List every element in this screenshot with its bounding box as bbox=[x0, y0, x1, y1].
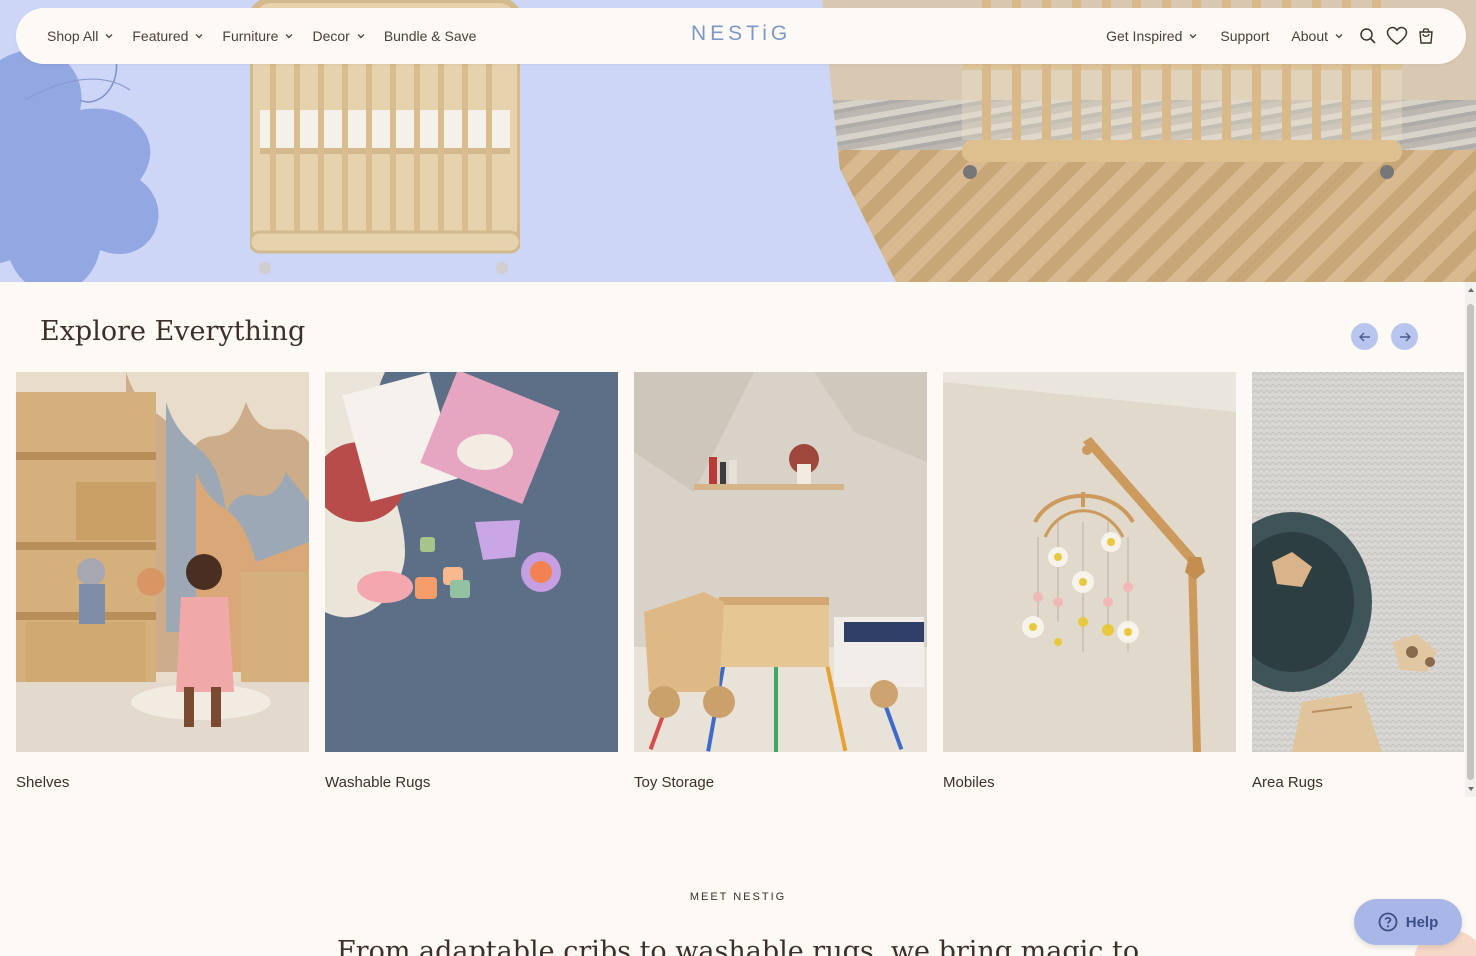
nav-label: Get Inspired bbox=[1106, 28, 1183, 44]
nav-label: Support bbox=[1220, 28, 1270, 44]
nav-label: Furniture bbox=[222, 28, 279, 44]
washable-rugs-illustration bbox=[325, 372, 618, 752]
nav-featured[interactable]: Featured bbox=[132, 28, 204, 44]
category-card-toy-storage[interactable]: Toy Storage bbox=[634, 372, 927, 791]
scroll-up-arrow-icon[interactable] bbox=[1468, 288, 1474, 292]
card-label: Toy Storage bbox=[634, 774, 715, 791]
nav-get-inspired[interactable]: Get Inspired bbox=[1106, 28, 1198, 44]
nav-label: About bbox=[1291, 28, 1328, 44]
card-image bbox=[16, 372, 309, 752]
mobiles-illustration bbox=[943, 372, 1236, 752]
card-label: Mobiles bbox=[943, 774, 995, 791]
scrollbar-thumb[interactable] bbox=[1467, 304, 1474, 780]
nav-label: Bundle & Save bbox=[383, 28, 477, 44]
section-title: Explore Everything bbox=[40, 316, 306, 347]
carousel-prev-button[interactable] bbox=[1351, 323, 1378, 350]
nav-support[interactable]: Support bbox=[1220, 28, 1269, 44]
chevron-down-icon bbox=[357, 34, 365, 39]
card-label: Washable Rugs bbox=[325, 774, 431, 791]
chevron-down-icon bbox=[105, 34, 113, 39]
help-label: Help bbox=[1405, 913, 1439, 931]
nav-label: Shop All bbox=[47, 28, 99, 44]
chevron-down-icon bbox=[1335, 34, 1343, 39]
meet-eyebrow: MEET NESTIG bbox=[689, 891, 787, 903]
question-circle-icon bbox=[1378, 912, 1398, 932]
card-image bbox=[634, 372, 927, 752]
card-label: Area Rugs bbox=[1252, 774, 1323, 791]
meet-headline: From adaptable cribs to washable rugs, w… bbox=[336, 936, 1140, 956]
top-navigation: Shop All Featured Furniture Decor Bundle… bbox=[16, 8, 1466, 64]
toy-storage-illustration bbox=[634, 372, 927, 752]
card-image bbox=[325, 372, 618, 752]
category-card-area-rugs[interactable]: Area Rugs bbox=[1252, 372, 1464, 791]
nav-label: Featured bbox=[132, 28, 189, 44]
carousel-next-button[interactable] bbox=[1391, 323, 1418, 350]
nav-bundle-save[interactable]: Bundle & Save bbox=[384, 28, 477, 44]
brand-logo[interactable]: NESTiG bbox=[691, 22, 791, 46]
carousel-scrollbar[interactable] bbox=[1465, 282, 1476, 797]
heart-icon[interactable] bbox=[1386, 26, 1408, 46]
nav-left-menu: Shop All Featured Furniture Decor Bundle… bbox=[47, 8, 494, 64]
scroll-down-arrow-icon[interactable] bbox=[1468, 787, 1474, 791]
arrow-right-icon bbox=[1399, 332, 1411, 341]
nav-right-menu: Get Inspired Support About bbox=[1084, 8, 1436, 64]
chevron-down-icon bbox=[1189, 34, 1197, 39]
cart-icon[interactable] bbox=[1416, 26, 1436, 46]
card-label: Shelves bbox=[16, 774, 70, 791]
category-card-mobiles[interactable]: Mobiles bbox=[943, 372, 1236, 791]
nav-shop-all[interactable]: Shop All bbox=[47, 28, 114, 44]
card-image bbox=[943, 372, 1236, 752]
category-card-shelves[interactable]: Shelves bbox=[16, 372, 309, 791]
chevron-down-icon bbox=[195, 34, 203, 39]
help-button[interactable]: Help bbox=[1354, 899, 1462, 945]
shelves-illustration bbox=[16, 372, 309, 752]
nav-decor[interactable]: Decor bbox=[312, 28, 365, 44]
nav-icon-group bbox=[1358, 26, 1436, 46]
search-icon[interactable] bbox=[1358, 26, 1378, 46]
category-card-washable-rugs[interactable]: Washable Rugs bbox=[325, 372, 618, 791]
card-image bbox=[1252, 372, 1464, 752]
nav-label: Decor bbox=[312, 28, 350, 44]
area-rugs-illustration bbox=[1252, 372, 1464, 752]
nav-furniture[interactable]: Furniture bbox=[222, 28, 294, 44]
nav-about[interactable]: About bbox=[1291, 28, 1344, 44]
category-carousel: Shelves Washable Rugs Toy Storage Mobile… bbox=[16, 372, 1464, 802]
arrow-left-icon bbox=[1358, 332, 1370, 341]
chevron-down-icon bbox=[285, 34, 293, 39]
